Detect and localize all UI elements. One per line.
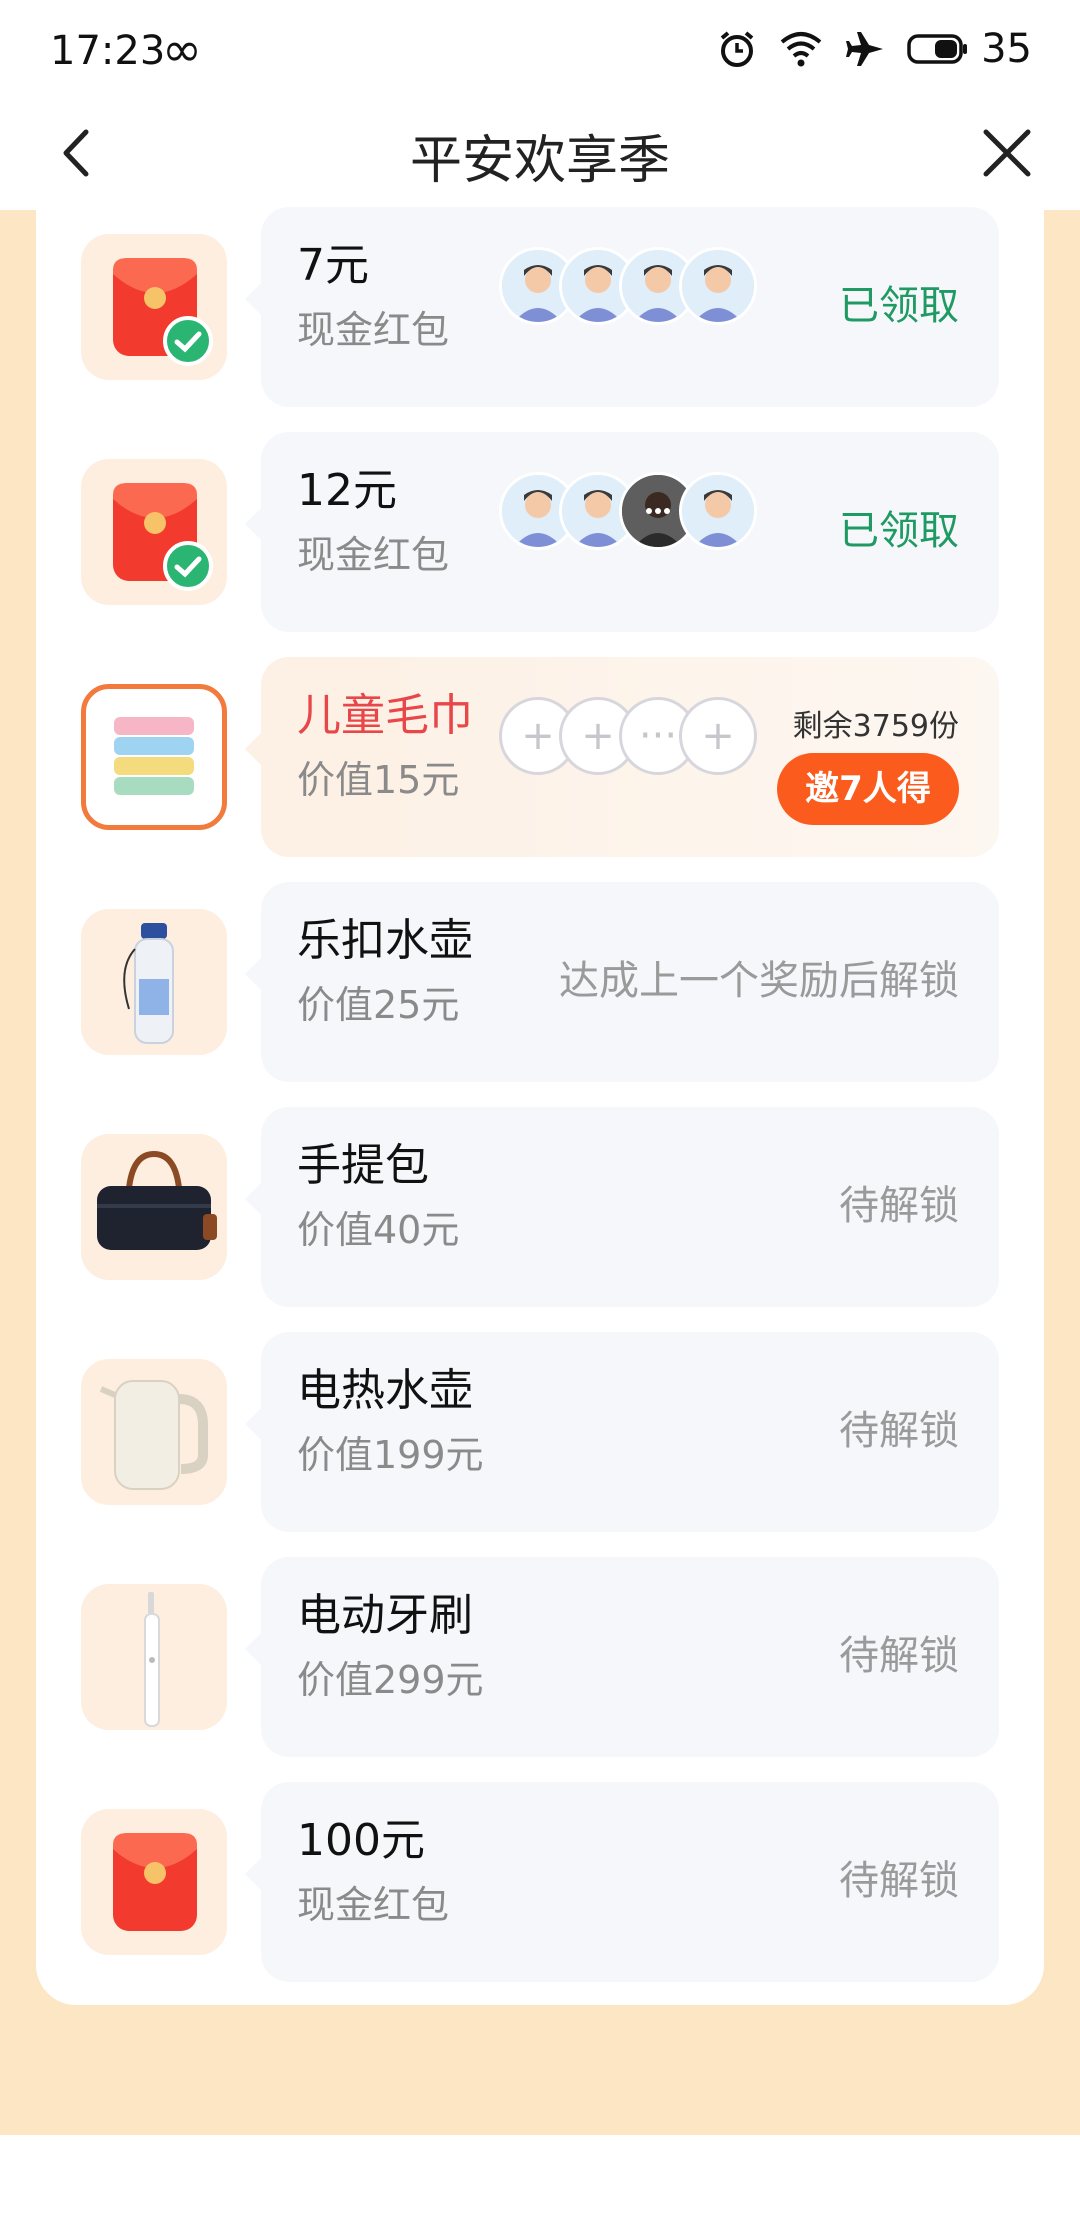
reward-subtitle: 价值299元 bbox=[297, 1658, 484, 1702]
reward-subtitle: 现金红包 bbox=[297, 1883, 450, 1927]
toothbrush-graphic bbox=[144, 1592, 160, 1727]
invited-friends bbox=[499, 247, 759, 327]
invite-button[interactable]: 邀7人得 bbox=[777, 753, 959, 825]
reward-subtitle: 价值15元 bbox=[297, 758, 460, 802]
empty-slot-plus-icon[interactable]: + bbox=[679, 697, 757, 775]
battery-icon bbox=[907, 34, 968, 64]
check-icon bbox=[163, 316, 213, 366]
reward-name: 7元 bbox=[297, 240, 369, 291]
check-icon bbox=[163, 541, 213, 591]
rewards-card: 7元 现金红包 已领取 12元 现金红包 已领取 儿童毛巾 价值15元 + + … bbox=[36, 207, 1044, 2005]
reward-panel[interactable]: 100元 现金红包 待解锁 bbox=[245, 1782, 999, 1982]
reward-name: 乐扣水壶 bbox=[297, 915, 473, 966]
reward-row: 100元 现金红包 待解锁 bbox=[36, 1782, 1044, 1982]
reward-name: 儿童毛巾 bbox=[297, 690, 473, 741]
nav-bar: 平安欢享季 bbox=[0, 100, 1080, 210]
status-bar: 17:23 ∞ 35 bbox=[0, 0, 1080, 100]
infinity-icon: ∞ bbox=[162, 22, 202, 78]
avatar bbox=[679, 247, 757, 325]
reward-row: 乐扣水壶 价值25元 达成上一个奖励后解锁 bbox=[36, 882, 1044, 1082]
reward-panel[interactable]: 乐扣水壶 价值25元 达成上一个奖励后解锁 bbox=[245, 882, 999, 1082]
wifi-icon bbox=[780, 32, 822, 67]
alarm-icon bbox=[720, 31, 754, 67]
reward-status: 已领取 bbox=[839, 283, 959, 329]
close-icon bbox=[983, 129, 1031, 177]
reward-row: 电热水壶 价值199元 待解锁 bbox=[36, 1332, 1044, 1532]
reward-subtitle: 价值199元 bbox=[297, 1433, 484, 1477]
kettle-icon bbox=[81, 1359, 227, 1505]
towel-graphic bbox=[114, 717, 194, 795]
reward-subtitle: 价值25元 bbox=[297, 983, 460, 1027]
reward-panel[interactable]: 电动牙刷 价值299元 待解锁 bbox=[245, 1557, 999, 1757]
reward-name: 电动牙刷 bbox=[297, 1590, 473, 1641]
status-time: 17:23 bbox=[50, 28, 166, 74]
water-bottle-graphic bbox=[123, 923, 174, 1044]
reward-panel[interactable]: 电热水壶 价值199元 待解锁 bbox=[245, 1332, 999, 1532]
reward-row: 电动牙刷 价值299元 待解锁 bbox=[36, 1557, 1044, 1757]
water-bottle-icon bbox=[81, 909, 227, 1055]
reward-status: 待解锁 bbox=[839, 1408, 959, 1454]
red-envelope-icon bbox=[81, 234, 227, 380]
reward-row: 手提包 价值40元 待解锁 bbox=[36, 1107, 1044, 1307]
reward-status: 待解锁 bbox=[839, 1858, 959, 1904]
reward-panel[interactable]: 儿童毛巾 价值15元 + + ··· + 剩余3759份 邀7人得 bbox=[245, 657, 999, 857]
reward-panel[interactable]: 手提包 价值40元 待解锁 bbox=[245, 1107, 999, 1307]
red-envelope-graphic bbox=[113, 1833, 197, 1931]
handbag-graphic bbox=[97, 1150, 217, 1250]
page-title: 平安欢享季 bbox=[409, 131, 670, 191]
invite-slots: + + ··· + bbox=[499, 697, 759, 777]
reward-status: 待解锁 bbox=[839, 1633, 959, 1679]
reward-subtitle: 现金红包 bbox=[297, 308, 450, 352]
reward-panel[interactable]: 7元 现金红包 已领取 bbox=[245, 207, 999, 407]
reward-subtitle: 现金红包 bbox=[297, 533, 450, 577]
reward-status: 已领取 bbox=[839, 508, 959, 554]
reward-status: 待解锁 bbox=[839, 1183, 959, 1229]
red-envelope-icon bbox=[81, 1809, 227, 1955]
reward-name: 100元 bbox=[297, 1815, 425, 1866]
reward-name: 手提包 bbox=[297, 1140, 429, 1191]
reward-subtitle: 价值40元 bbox=[297, 1208, 460, 1252]
remaining-count: 剩余3759份 bbox=[792, 709, 959, 744]
avatar bbox=[679, 472, 757, 550]
page-background: 7元 现金红包 已领取 12元 现金红包 已领取 儿童毛巾 价值15元 + + … bbox=[0, 207, 1080, 2135]
reward-name: 电热水壶 bbox=[297, 1365, 473, 1416]
toothbrush-icon bbox=[81, 1584, 227, 1730]
reward-panel[interactable]: 12元 现金红包 已领取 bbox=[245, 432, 999, 632]
airplane-icon bbox=[846, 32, 884, 66]
handbag-icon bbox=[81, 1134, 227, 1280]
battery-level: 35 bbox=[981, 26, 1032, 72]
invited-friends bbox=[499, 472, 759, 552]
close-button[interactable] bbox=[972, 118, 1042, 188]
reward-status: 达成上一个奖励后解锁 bbox=[559, 958, 959, 1004]
reward-name: 12元 bbox=[297, 465, 397, 516]
reward-row-active: 儿童毛巾 价值15元 + + ··· + 剩余3759份 邀7人得 bbox=[36, 657, 1044, 857]
red-envelope-icon bbox=[81, 459, 227, 605]
reward-row: 7元 现金红包 已领取 bbox=[36, 207, 1044, 407]
status-icons: 35 bbox=[717, 26, 1032, 72]
kettle-graphic bbox=[99, 1380, 208, 1490]
towel-icon bbox=[81, 684, 227, 830]
reward-row: 12元 现金红包 已领取 bbox=[36, 432, 1044, 632]
